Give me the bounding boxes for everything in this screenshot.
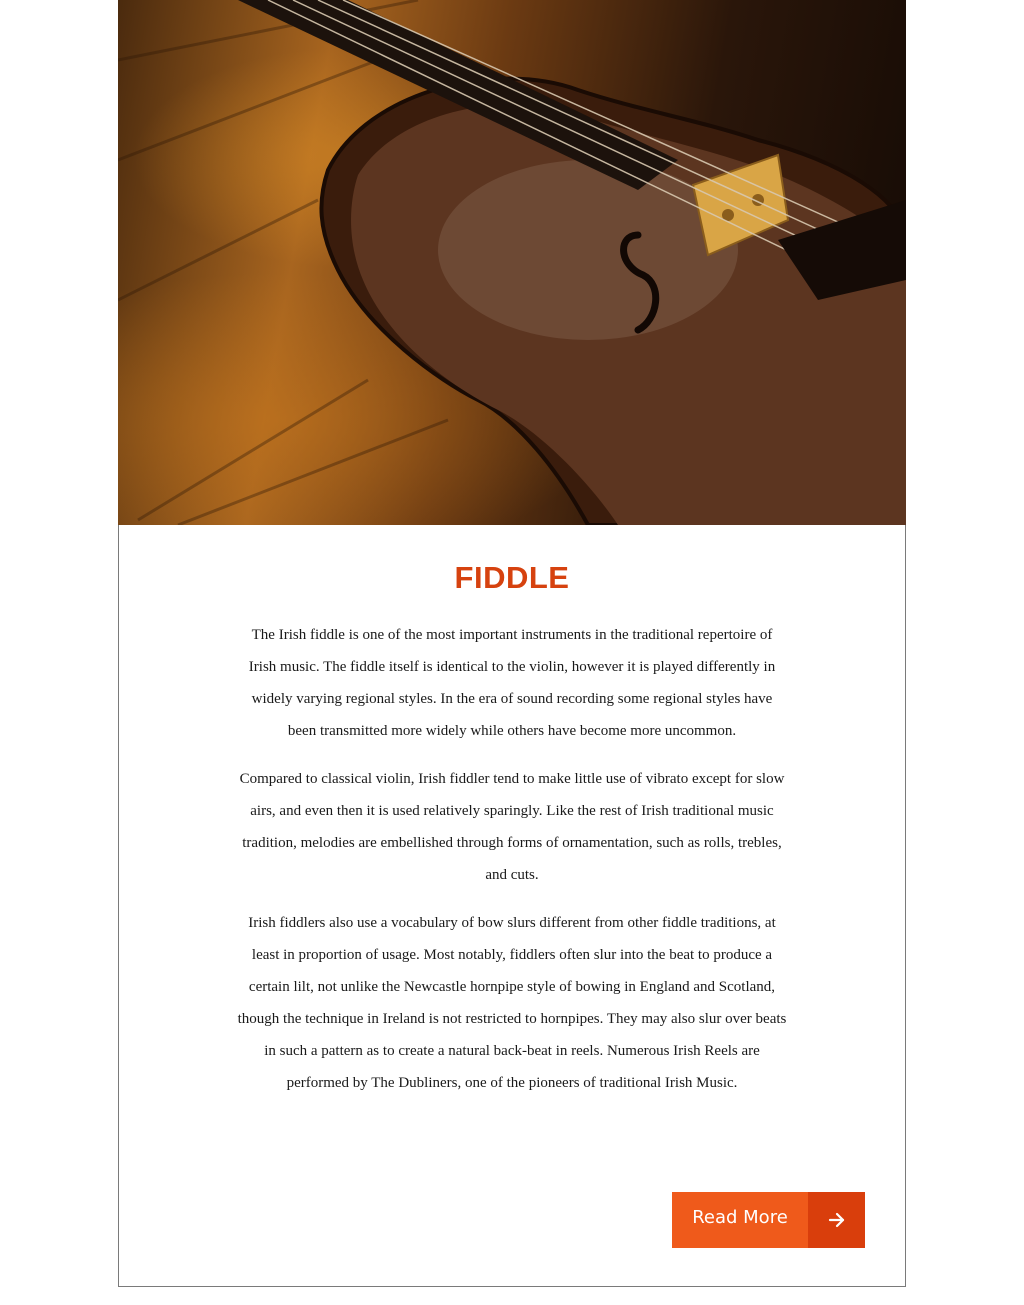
paragraph-3: Irish fiddlers also use a vocabulary of … bbox=[237, 915, 787, 1091]
article-title: FIDDLE bbox=[454, 560, 570, 595]
fiddle-photo bbox=[118, 0, 906, 525]
read-more-button[interactable]: Read More bbox=[672, 1192, 865, 1248]
article-card: FIDDLE The Irish fiddle is one of the mo… bbox=[118, 0, 906, 1287]
article-body: The Irish fiddle is one of the most impo… bbox=[237, 619, 787, 1115]
paragraph-2: Compared to classical violin, Irish fidd… bbox=[239, 771, 785, 883]
paragraph-1: The Irish fiddle is one of the most impo… bbox=[248, 627, 776, 739]
read-more-label: Read More bbox=[672, 1192, 808, 1248]
arrow-right-icon bbox=[808, 1192, 865, 1248]
